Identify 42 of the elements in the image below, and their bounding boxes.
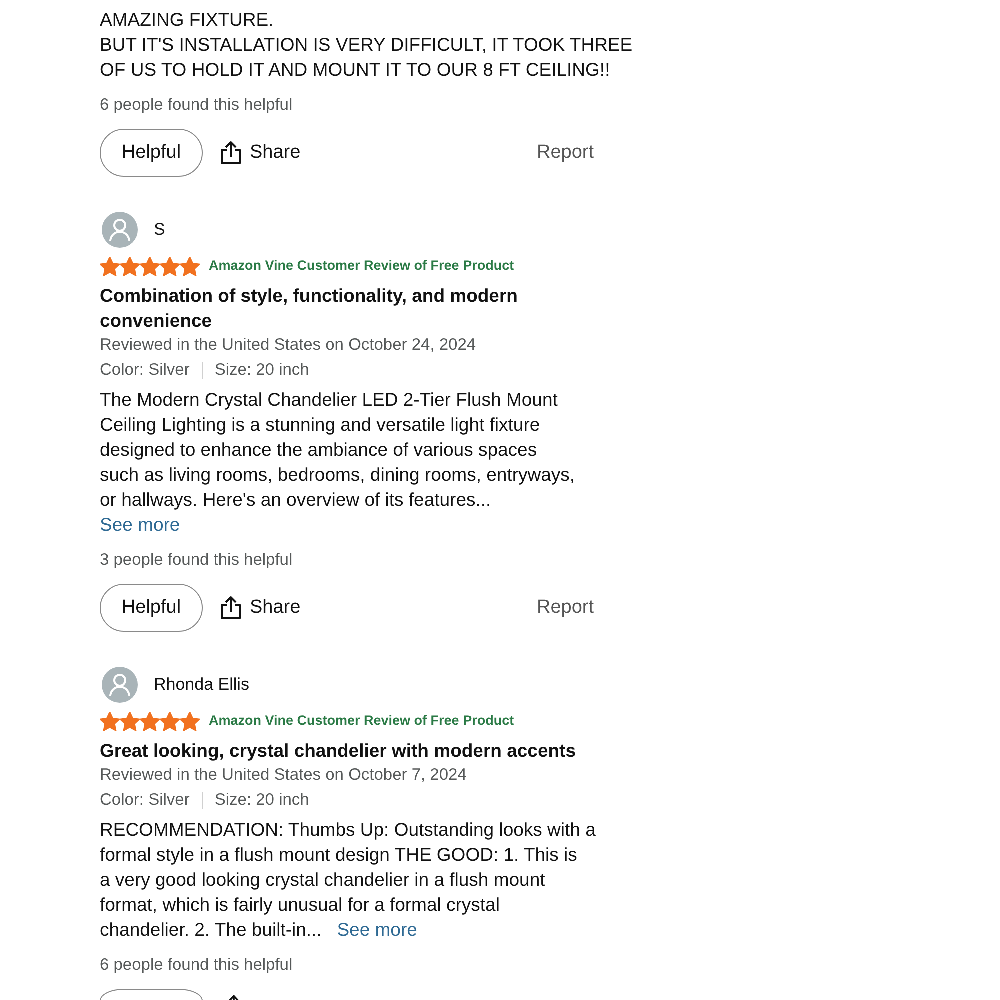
- helpful-button[interactable]: [100, 989, 203, 1000]
- star-icon: [100, 256, 120, 276]
- variant-label: Color: Silver: [100, 790, 190, 811]
- review-text: The Modern Crystal Chandelier LED 2-Tier Flush Mount Ceiling Lighting is a stunning and versatile light fixture designed to enhance the ambiance of various spaces such as living rooms, bedrooms, dining rooms, entryways, or hallways. Here's an overview of its features... See more: [100, 388, 576, 537]
- reviewer-name: S: [154, 219, 166, 241]
- star-icon: [160, 712, 180, 730]
- vine-review-label: Amazon Vine Customer Review of Free Product: [209, 257, 514, 275]
- report-link[interactable]: Report: [536, 597, 594, 619]
- share-icon: [220, 141, 242, 165]
- review-text: RECOMMENDATION: Thumbs Up: Outstanding looks with a formal style in a flush mount design THE GOOD: 1. This is a very good looking crystal chandelier in a flush mount format, which is fairly unusual for a formal crystal chandelier. 2. The built-in... See more: [100, 818, 596, 942]
- star-icon: [120, 712, 140, 730]
- star-icon: [160, 256, 180, 276]
- review-title: Combination of style, functionality, and modern convenience: [100, 284, 519, 333]
- star-icon: [120, 256, 140, 276]
- star-icon: [140, 256, 160, 276]
- share-icon[interactable]: [228, 995, 240, 1000]
- variant-label: Size: 20 inch: [214, 790, 310, 811]
- variant-label: Color: Silver: [100, 360, 190, 381]
- see-more-link[interactable]: See more: [337, 919, 418, 940]
- helpful-button[interactable]: Helpful: [100, 584, 203, 632]
- star-icon: [180, 712, 200, 730]
- review-text: AMAZING FIXTURE. BUT IT'S INSTALLATION IS VERY DIFFICULT, IT TOOK THREE OF US TO HOLD IT AND MOUNT IT TO OUR 8 FT CEILING!!: [100, 8, 633, 82]
- avatar-icon: [102, 667, 138, 703]
- share-button[interactable]: Share: [220, 596, 301, 620]
- share-icon: [220, 596, 242, 620]
- vine-review-label: Amazon Vine Customer Review of Free Product: [209, 712, 514, 730]
- reviewer-name: Rhonda Ellis: [154, 674, 250, 696]
- report-link[interactable]: Report: [536, 142, 594, 164]
- variant-label: Size: 20 inch: [214, 360, 310, 381]
- see-more-link[interactable]: See more: [100, 514, 180, 535]
- helpful-button[interactable]: Helpful: [100, 129, 203, 177]
- star-icon: [180, 256, 200, 276]
- review-title: Great looking, crystal chandelier with modern accents: [100, 739, 578, 763]
- review-date: Reviewed in the United States on October 7, 2024: [100, 765, 467, 786]
- review-date: Reviewed in the United States on October 24, 2024: [100, 335, 476, 356]
- helpful-count: 6 people found this helpful: [100, 955, 293, 976]
- helpful-count: 3 people found this helpful: [100, 550, 293, 571]
- helpful-count: 6 people found this helpful: [100, 95, 293, 116]
- avatar-icon: [102, 212, 138, 248]
- star-icon: [100, 712, 120, 730]
- star-icon: [140, 712, 160, 730]
- share-button[interactable]: Share: [220, 141, 301, 165]
